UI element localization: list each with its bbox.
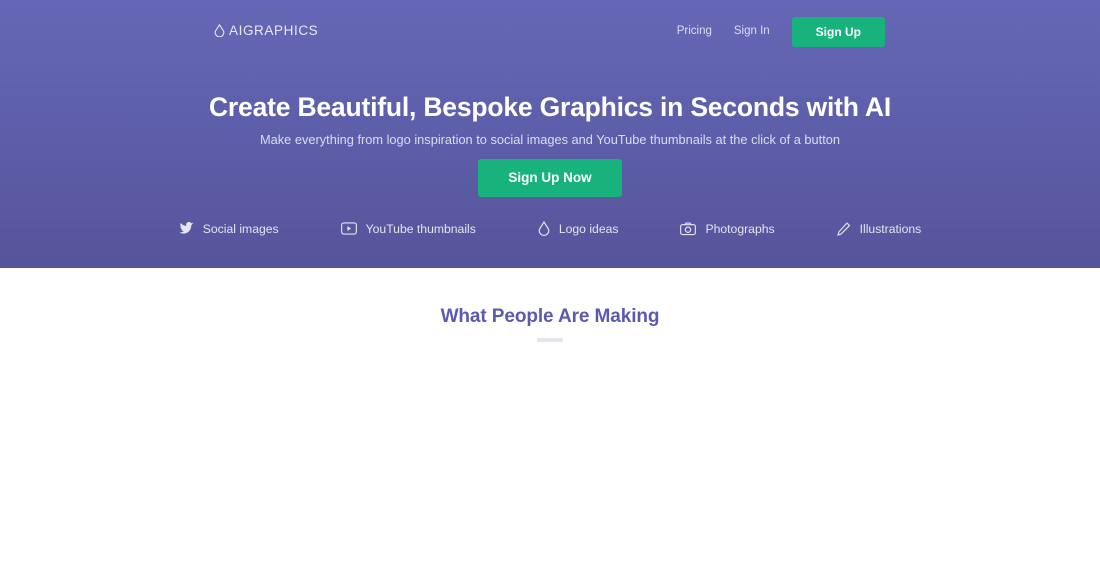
hero-cta-container: Sign Up Now — [0, 159, 1100, 197]
gallery-section: What People Are Making — [0, 268, 1100, 574]
feature-logo-ideas[interactable]: Logo ideas — [538, 221, 619, 236]
nav-links: Pricing Sign In Sign Up — [667, 17, 1100, 47]
feature-youtube-thumbnails[interactable]: YouTube thumbnails — [340, 221, 476, 236]
pencil-icon — [836, 221, 851, 236]
feature-illustrations[interactable]: Illustrations — [836, 221, 922, 236]
feature-label: Illustrations — [859, 221, 922, 236]
droplet-icon — [538, 221, 550, 236]
feature-label: YouTube thumbnails — [365, 221, 476, 236]
feature-label: Social images — [202, 221, 279, 236]
sign-up-now-button[interactable]: Sign Up Now — [478, 159, 622, 197]
top-navigation-bar: AIGRAPHICS Pricing Sign In Sign Up — [0, 0, 1100, 62]
section-title: What People Are Making — [440, 306, 660, 327]
feature-label: Logo ideas — [558, 221, 619, 236]
sign-up-button[interactable]: Sign Up — [791, 17, 885, 47]
droplet-icon — [214, 23, 225, 38]
feature-list: Social images YouTube thumbnails Logo id… — [0, 221, 1100, 236]
feature-social-images[interactable]: Social images — [178, 221, 279, 236]
hero-headline: Create Beautiful, Bespoke Graphics in Se… — [209, 92, 891, 122]
feature-label: Photographs — [705, 221, 775, 236]
youtube-play-icon — [340, 222, 357, 235]
brand-name: AIGRAPHICS — [229, 23, 319, 38]
twitter-bird-icon — [178, 222, 194, 235]
nav-sign-in[interactable]: Sign In — [724, 26, 780, 38]
brand-logo[interactable]: AIGRAPHICS — [214, 23, 318, 38]
nav-pricing[interactable]: Pricing — [667, 26, 722, 38]
feature-photographs[interactable]: Photographs — [680, 221, 775, 236]
camera-icon — [680, 221, 697, 236]
section-title-underline — [537, 338, 563, 342]
hero-subheadline: Make everything from logo inspiration to… — [260, 132, 840, 147]
hero-section: AIGRAPHICS Pricing Sign In Sign Up Creat… — [0, 0, 1100, 268]
